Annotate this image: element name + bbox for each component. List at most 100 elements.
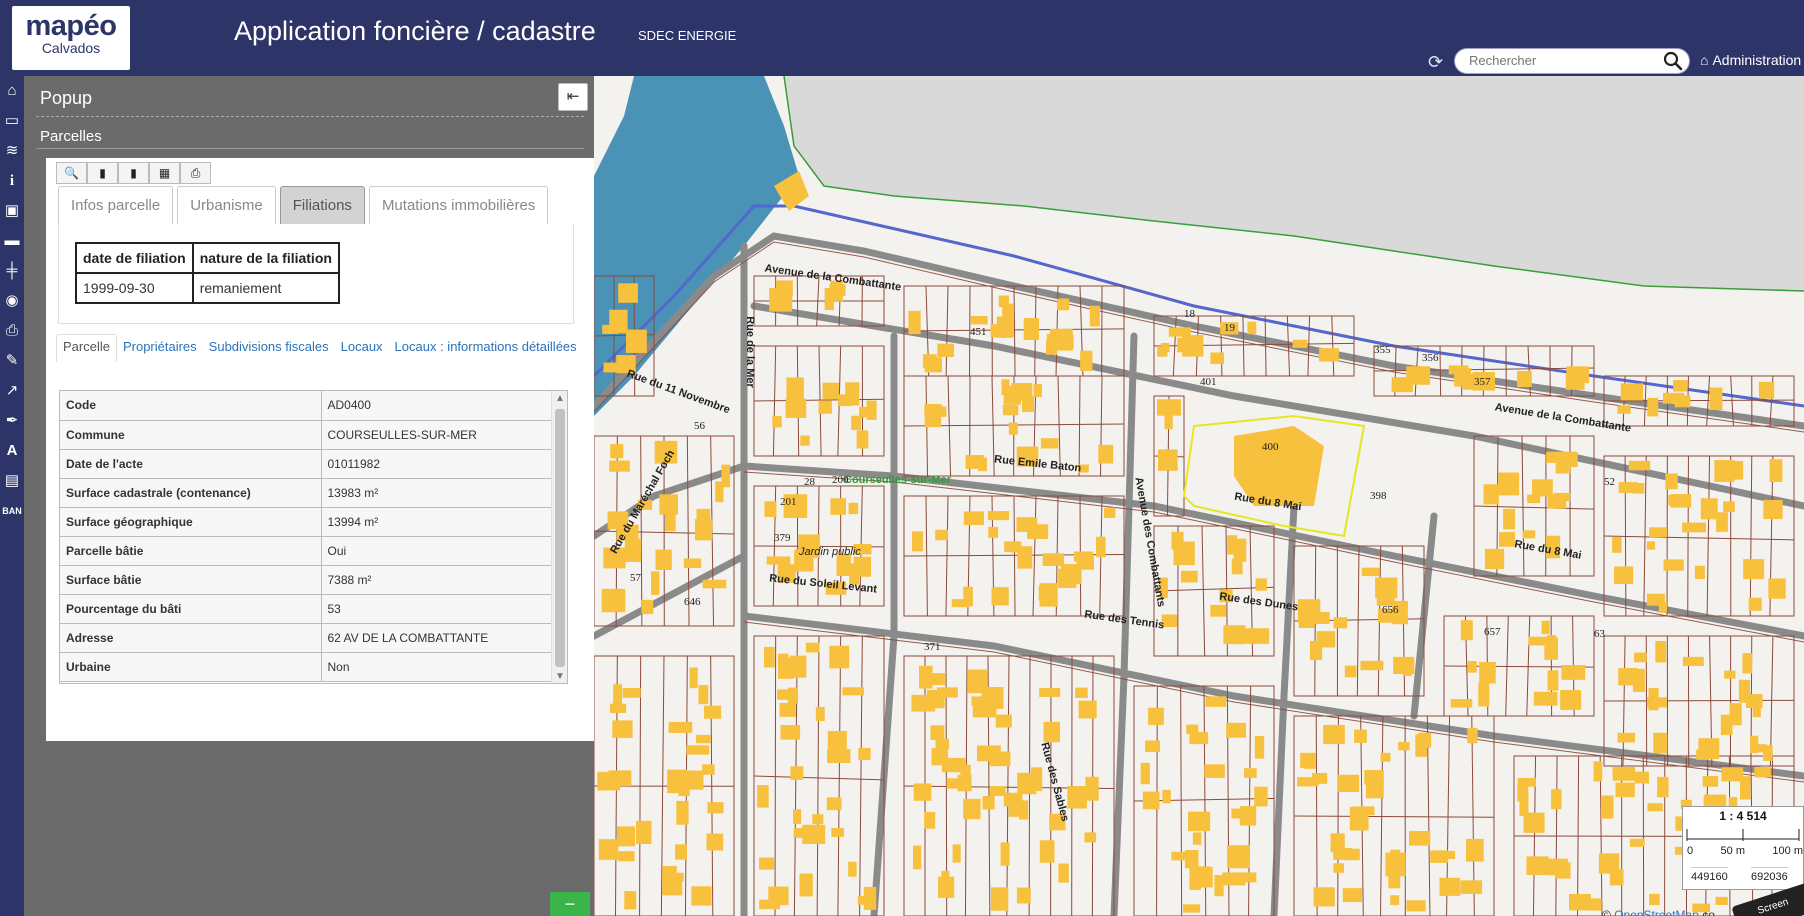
zoom-button[interactable]: 🔍 <box>56 162 87 184</box>
building <box>702 579 727 589</box>
scroll-down-icon[interactable]: ▼ <box>552 669 567 683</box>
building <box>1183 904 1201 913</box>
parcel-subtabs: Parcelle Propriétaires Subdivisions fisc… <box>56 334 583 362</box>
ban-icon[interactable]: BAN <box>0 496 24 526</box>
parcel-number: 356 <box>1422 352 1439 364</box>
building <box>1634 652 1647 663</box>
building <box>1227 845 1250 869</box>
comment-icon[interactable]: ▬ <box>0 226 24 256</box>
pdf-button[interactable]: ▦ <box>149 162 180 184</box>
building <box>1743 559 1765 580</box>
building <box>1177 337 1187 353</box>
text-icon[interactable]: A <box>0 436 24 466</box>
tab-mutations[interactable]: Mutations immobilières <box>368 186 549 224</box>
building <box>1682 522 1707 533</box>
subtab-locaux-details[interactable]: Locaux : informations détaillées <box>389 335 583 362</box>
building <box>1478 683 1490 707</box>
building <box>1360 660 1384 671</box>
search-box[interactable] <box>1454 48 1690 74</box>
building <box>1546 635 1557 656</box>
tab-filiations[interactable]: Filiations <box>279 186 365 224</box>
collapse-panel-button[interactable]: ⇤ <box>558 83 588 111</box>
building <box>1390 895 1400 906</box>
folder-icon[interactable]: ▭ <box>0 106 24 136</box>
scale-ratio: 1 : 4 514 <box>1719 809 1767 823</box>
subtab-proprietaires[interactable]: Propriétaires <box>117 335 203 362</box>
building <box>1618 668 1638 686</box>
building <box>1768 578 1786 599</box>
scroll-thumb[interactable] <box>555 409 565 667</box>
parcel-line <box>1180 685 1183 916</box>
coord-y: 692036 <box>1751 867 1788 883</box>
table-row: Surface géographique 13994 m² <box>60 507 551 537</box>
home-icon[interactable]: ⌂ <box>0 76 24 106</box>
building <box>1184 850 1199 869</box>
zoom-icon: 🔍 <box>64 166 79 180</box>
building <box>1298 604 1315 629</box>
parcel-line <box>1201 525 1206 657</box>
building <box>1646 541 1656 550</box>
document-icon[interactable]: ▤ <box>0 466 24 496</box>
subtab-parcelle[interactable]: Parcelle <box>56 334 117 362</box>
table-header: date de filiation <box>75 242 194 274</box>
parcel-line <box>1356 545 1360 697</box>
refresh-icon[interactable]: ⟳ <box>1428 52 1443 73</box>
share-icon[interactable]: ↗ <box>0 376 24 406</box>
layers-icon[interactable]: ≋ <box>0 136 24 166</box>
pen-icon[interactable]: ✒ <box>0 406 24 436</box>
building <box>763 646 775 668</box>
map-view[interactable]: Courseulles-sur-Mer Avenue de la Combatt… <box>594 76 1804 916</box>
osm-link[interactable]: OpenStreetMap <box>1614 908 1699 916</box>
subtab-subdivisions[interactable]: Subdivisions fiscales <box>203 335 335 362</box>
building <box>1319 348 1339 362</box>
info-icon[interactable]: i <box>0 166 24 196</box>
building <box>1058 863 1069 883</box>
building <box>1724 670 1736 679</box>
cadastre-map[interactable] <box>594 76 1804 916</box>
scroll-up-icon[interactable]: ▲ <box>552 391 567 407</box>
tab-urbanisme[interactable]: Urbanisme <box>177 186 276 224</box>
parcel-line <box>1473 505 1595 510</box>
building <box>1148 707 1164 726</box>
table-row: Pourcentage du bâti 53 <box>60 594 551 624</box>
tab-infos-parcelle[interactable]: Infos parcelle <box>58 186 174 224</box>
parcel-line <box>1521 435 1525 577</box>
measure-icon[interactable]: ╪ <box>0 256 24 286</box>
building <box>1333 617 1348 629</box>
building <box>1192 832 1202 845</box>
export-button-2[interactable]: ▮ <box>118 162 149 184</box>
building <box>1673 380 1688 392</box>
building <box>1039 688 1061 697</box>
target-icon[interactable]: ◉ <box>0 286 24 316</box>
attr-key: Date de l'acte <box>60 449 322 479</box>
contact-icon[interactable]: ▣ <box>0 196 24 226</box>
print-button[interactable]: ⎙ <box>180 162 211 184</box>
search-input[interactable] <box>1469 53 1659 68</box>
subtab-locaux[interactable]: Locaux <box>335 335 389 362</box>
minimize-button[interactable]: − <box>550 892 590 916</box>
building <box>618 851 635 862</box>
building <box>1628 460 1651 471</box>
building <box>686 745 710 755</box>
building <box>988 526 999 538</box>
mapeo-logo[interactable]: mapéo Calvados <box>12 6 130 70</box>
building <box>759 857 775 870</box>
table-row: Date de l'acte 01011982 <box>60 449 551 479</box>
building <box>625 329 647 353</box>
draw-icon[interactable]: ✎ <box>0 346 24 376</box>
attributes-scrollbar[interactable]: ▲ ▼ <box>551 391 567 683</box>
attributes-scroll[interactable]: Code AD0400 Commune COURSEULLES-SUR-MER Da… <box>59 390 568 684</box>
building <box>1723 501 1735 513</box>
parcel-number: 400 <box>1262 441 1279 453</box>
building <box>829 645 850 669</box>
parcel-number: 56 <box>694 420 705 432</box>
building <box>1754 766 1771 778</box>
print-icon[interactable]: ⎙ <box>0 316 24 346</box>
export-button-1[interactable]: ▮ <box>87 162 118 184</box>
building <box>1758 381 1775 399</box>
attr-key: Pourcentage du bâti <box>60 594 322 624</box>
admin-link[interactable]: ⌂ Administration <box>1700 52 1801 68</box>
search-icon[interactable] <box>1663 51 1683 71</box>
building <box>1045 340 1058 355</box>
building <box>1647 803 1663 812</box>
